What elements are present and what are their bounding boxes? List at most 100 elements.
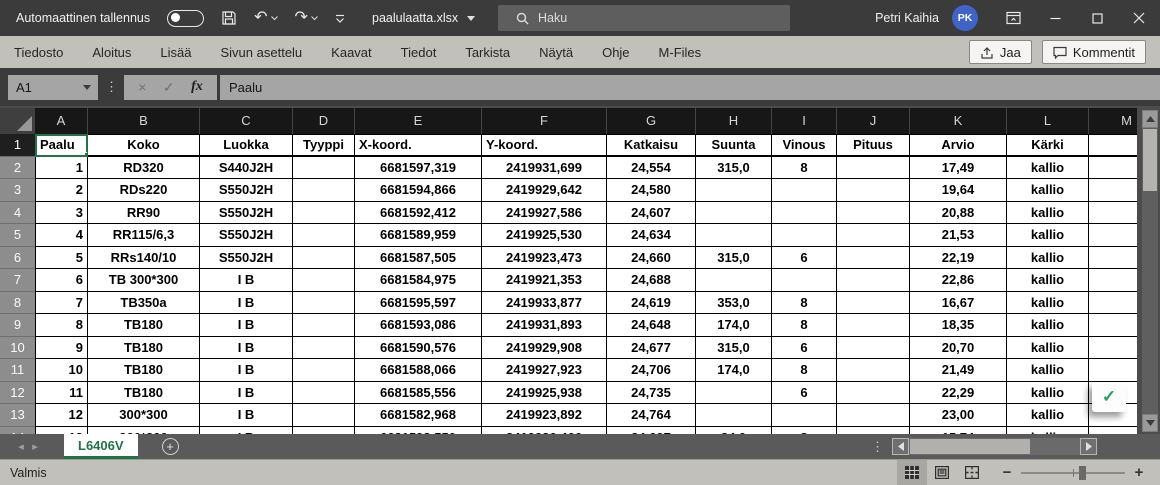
insert-function-icon[interactable]: fx: [191, 79, 203, 95]
row-header-9[interactable]: 9: [0, 314, 35, 337]
scroll-left-icon[interactable]: [892, 438, 909, 455]
cell-M9[interactable]: [1089, 314, 1137, 337]
cell-L12[interactable]: kallio: [1007, 382, 1089, 405]
cell-J7[interactable]: [837, 269, 910, 292]
formula-bar-handle[interactable]: ⋮: [105, 79, 118, 95]
cell-E12[interactable]: 6681585,556: [355, 382, 482, 405]
cell-B9[interactable]: TB180: [88, 314, 200, 337]
cell-F11[interactable]: 2419927,923: [482, 359, 607, 382]
page-layout-view-button[interactable]: [927, 460, 957, 485]
cell-A9[interactable]: 8: [35, 314, 88, 337]
document-title[interactable]: paalulaatta.xlsx: [372, 0, 475, 36]
cell-C12[interactable]: I B: [200, 382, 293, 405]
cell-I5[interactable]: [772, 224, 837, 247]
cell-F13[interactable]: 2419923,892: [482, 404, 607, 427]
cell-F9[interactable]: 2419931,893: [482, 314, 607, 337]
cell-H11[interactable]: 174,0: [696, 359, 772, 382]
column-header-J[interactable]: J: [837, 108, 910, 134]
cell-K4[interactable]: 20,88: [910, 202, 1007, 225]
cell-I12[interactable]: 6: [772, 382, 837, 405]
cell-B10[interactable]: TB180: [88, 337, 200, 360]
cell-B5[interactable]: RR115/6,3: [88, 224, 200, 247]
cell-E3[interactable]: 6681594,866: [355, 179, 482, 202]
cell-K2[interactable]: 17,49: [910, 157, 1007, 180]
cell-B3[interactable]: RDs220: [88, 179, 200, 202]
cell-B13[interactable]: 300*300: [88, 404, 200, 427]
cell-A4[interactable]: 3: [35, 202, 88, 225]
cell-G7[interactable]: 24,688: [607, 269, 696, 292]
close-button[interactable]: [1118, 0, 1160, 36]
scroll-down-icon[interactable]: [1142, 414, 1158, 432]
cell-M2[interactable]: [1089, 157, 1137, 180]
column-header-L[interactable]: L: [1007, 108, 1089, 134]
zoom-out-button[interactable]: −: [999, 464, 1015, 481]
cell-K12[interactable]: 22,29: [910, 382, 1007, 405]
cell-H13[interactable]: [696, 404, 772, 427]
column-header-F[interactable]: F: [482, 108, 607, 134]
cell-H14[interactable]: 84,0: [696, 427, 772, 435]
cell-D4[interactable]: [293, 202, 355, 225]
row-header-7[interactable]: 7: [0, 269, 35, 292]
cell-E4[interactable]: 6681592,412: [355, 202, 482, 225]
cell-B14[interactable]: 300*300: [88, 427, 200, 435]
cell-H8[interactable]: 353,0: [696, 292, 772, 315]
cell-M8[interactable]: [1089, 292, 1137, 315]
row-header-3[interactable]: 3: [0, 179, 35, 202]
cell-E11[interactable]: 6681588,066: [355, 359, 482, 382]
cell-L14[interactable]: kallio: [1007, 427, 1089, 435]
ribbon-tab-tiedosto[interactable]: Tiedosto: [14, 45, 63, 60]
cell-H5[interactable]: [696, 224, 772, 247]
cell-F7[interactable]: 2419921,353: [482, 269, 607, 292]
cell-C1[interactable]: Luokka: [200, 134, 293, 157]
cell-M1[interactable]: [1089, 134, 1137, 157]
cell-J4[interactable]: [837, 202, 910, 225]
row-header-2[interactable]: 2: [0, 157, 35, 180]
cell-L11[interactable]: kallio: [1007, 359, 1089, 382]
column-header-I[interactable]: I: [772, 108, 837, 134]
row-header-13[interactable]: 13: [0, 404, 35, 427]
cell-L3[interactable]: kallio: [1007, 179, 1089, 202]
cell-C2[interactable]: S440J2H: [200, 157, 293, 180]
add-sheet-button[interactable]: +: [162, 438, 179, 455]
cell-B4[interactable]: RR90: [88, 202, 200, 225]
cell-F4[interactable]: 2419927,586: [482, 202, 607, 225]
cell-A2[interactable]: 1: [35, 157, 88, 180]
ribbon-tab-tarkista[interactable]: Tarkista: [465, 45, 510, 60]
zoom-slider-thumb[interactable]: [1079, 466, 1086, 480]
cell-K9[interactable]: 18,35: [910, 314, 1007, 337]
cell-G9[interactable]: 24,648: [607, 314, 696, 337]
cell-D7[interactable]: [293, 269, 355, 292]
cell-M5[interactable]: [1089, 224, 1137, 247]
horizontal-scrollbar[interactable]: [892, 438, 1097, 455]
search-input[interactable]: Haku: [498, 5, 790, 31]
cell-M10[interactable]: [1089, 337, 1137, 360]
ribbon-display-options-icon[interactable]: [992, 0, 1034, 36]
cell-M11[interactable]: [1089, 359, 1137, 382]
cell-K8[interactable]: 16,67: [910, 292, 1007, 315]
cell-I6[interactable]: 6: [772, 247, 837, 270]
share-button[interactable]: Jaa: [969, 40, 1032, 64]
cell-J8[interactable]: [837, 292, 910, 315]
cell-D12[interactable]: [293, 382, 355, 405]
cell-D8[interactable]: [293, 292, 355, 315]
cell-G8[interactable]: 24,619: [607, 292, 696, 315]
select-all-button[interactable]: [0, 108, 35, 134]
cell-E9[interactable]: 6681593,086: [355, 314, 482, 337]
cell-I1[interactable]: Vinous: [772, 134, 837, 157]
row-header-10[interactable]: 10: [0, 337, 35, 360]
cell-G6[interactable]: 24,660: [607, 247, 696, 270]
ribbon-tab-lis-[interactable]: Lisää: [160, 45, 191, 60]
cell-D1[interactable]: Tyyppi: [293, 134, 355, 157]
zoom-in-button[interactable]: +: [1131, 464, 1147, 481]
cell-F14[interactable]: 2419936,466: [482, 427, 607, 435]
normal-view-button[interactable]: [897, 460, 927, 485]
cell-M6[interactable]: [1089, 247, 1137, 270]
cell-B1[interactable]: Koko: [88, 134, 200, 157]
cell-M3[interactable]: [1089, 179, 1137, 202]
row-header-11[interactable]: 11: [0, 359, 35, 382]
ribbon-tab-n-yt-[interactable]: Näytä: [539, 45, 573, 60]
cell-H3[interactable]: [696, 179, 772, 202]
autosave-toggle[interactable]: [167, 10, 204, 27]
cell-A13[interactable]: 12: [35, 404, 88, 427]
cell-J1[interactable]: Pituus: [837, 134, 910, 157]
